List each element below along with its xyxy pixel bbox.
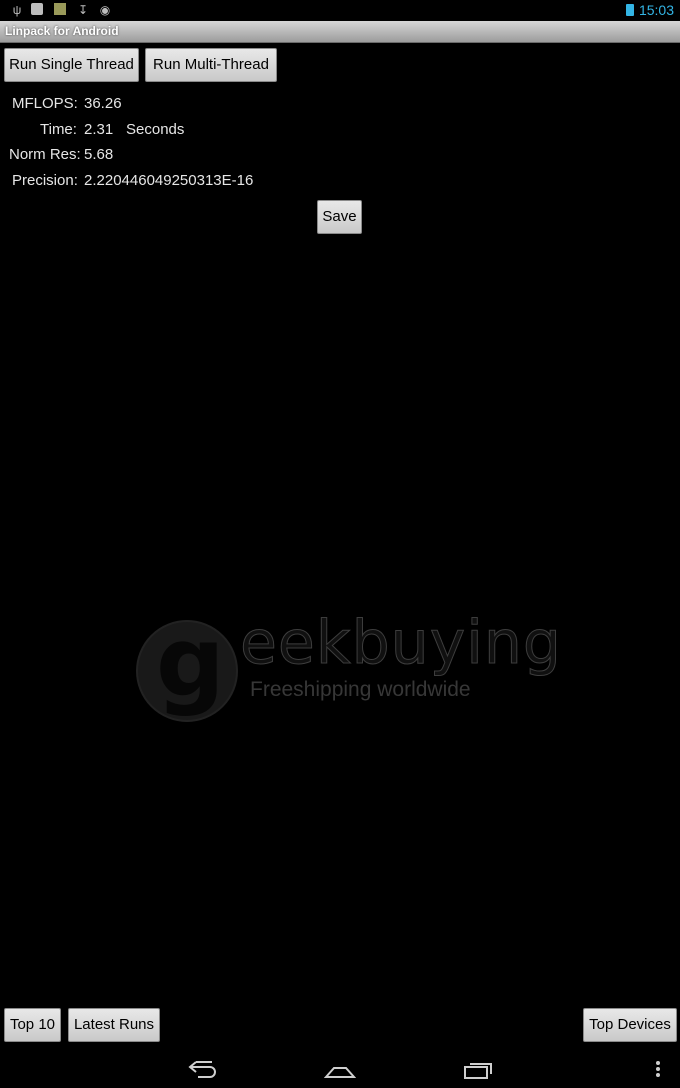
norm-res-value: 5.68 [84,146,114,163]
usb-icon: ψ [12,3,22,17]
logo-tagline: Freeshipping worldwide [250,678,471,701]
recents-icon[interactable] [463,1058,495,1085]
menu-icon[interactable] [654,1058,662,1085]
back-icon[interactable] [186,1058,218,1085]
app-title-bar: Linpack for Android [0,21,680,43]
notification-icon [31,3,43,15]
clock: 15:03 [638,2,674,18]
run-multi-thread-button[interactable]: Run Multi-Thread [145,48,277,82]
norm-res-label: Norm Res: [9,146,81,163]
logo-initial: g [156,606,225,718]
navigation-bar [0,1050,680,1088]
download-icon: ↧ [77,3,89,17]
status-bar: ψ ↧ ◉ 15:03 [0,0,680,21]
android-icon: ◉ [99,3,111,17]
precision-value: 2.220446049250313E-16 [84,172,254,189]
mflops-value: 36.26 [84,95,122,112]
time-value: 2.31 [84,121,114,138]
watermark-logo: g eekbuying Freeshipping worldwide [136,606,561,722]
top-devices-button[interactable]: Top Devices [583,1008,677,1042]
top-10-button[interactable]: Top 10 [4,1008,61,1042]
save-button[interactable]: Save [317,200,362,234]
precision-label: Precision: [12,172,78,189]
home-icon[interactable] [323,1058,357,1085]
app-title: Linpack for Android [5,24,119,38]
time-label: Time: [40,121,77,138]
latest-runs-button[interactable]: Latest Runs [68,1008,160,1042]
time-unit: Seconds [126,121,185,138]
logo-brand-text: eekbuying [240,608,562,679]
package-icon [54,3,66,15]
run-single-thread-button[interactable]: Run Single Thread [4,48,139,82]
mflops-label: MFLOPS: [12,95,78,112]
battery-icon [626,4,634,16]
